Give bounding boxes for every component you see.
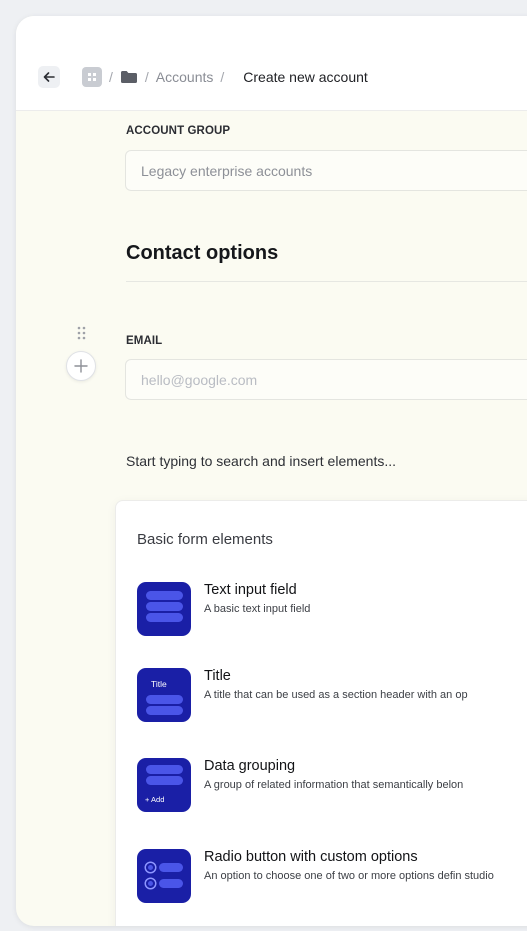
breadcrumb-current-page: Create new account [243, 69, 368, 85]
email-field[interactable] [125, 359, 527, 400]
palette-item-text-input[interactable]: Text input field A basic text input fiel… [137, 582, 527, 642]
folder-icon[interactable] [120, 70, 138, 84]
account-group-label: ACCOUNT GROUP [126, 125, 231, 137]
plus-icon [74, 359, 88, 373]
top-bar: / / Accounts / Create new account [16, 16, 527, 111]
palette-item-data-grouping[interactable]: + Add Data grouping A group of related i… [137, 758, 527, 818]
palette-item-radio-button[interactable]: Radio button with custom options An opti… [137, 849, 527, 909]
palette-item-title: Title [204, 668, 231, 684]
breadcrumb-accounts-link[interactable]: Accounts [156, 69, 214, 85]
email-label: EMAIL [126, 335, 163, 347]
account-group-field[interactable] [125, 150, 527, 191]
breadcrumb-separator: / [109, 69, 113, 85]
drag-handle-icon[interactable] [76, 326, 88, 340]
apps-grid-icon[interactable] [82, 67, 102, 87]
radio-icon [137, 849, 191, 903]
title-icon: Title [137, 668, 191, 722]
palette-item-title[interactable]: Title Title A title that can be used as … [137, 668, 527, 728]
arrow-left-icon [43, 72, 55, 82]
add-block-button[interactable] [66, 351, 96, 381]
palette-item-title: Text input field [204, 582, 297, 598]
section-title: Contact options [126, 242, 279, 264]
data-grouping-icon: + Add [137, 758, 191, 812]
back-button[interactable] [38, 66, 60, 88]
title-icon-label: Title [151, 679, 167, 689]
palette-item-title: Data grouping [204, 758, 296, 774]
breadcrumb: / / Accounts / Create new account [38, 66, 368, 88]
insert-hint-text: Start typing to search and insert elemen… [126, 453, 397, 469]
palette-item-description: A title that can be used as a section he… [204, 689, 468, 701]
app-window: / / Accounts / Create new account ACCOUN… [16, 16, 527, 926]
section-divider [126, 281, 527, 282]
breadcrumb-separator: / [144, 69, 149, 85]
palette-item-description: An option to choose one of two or more o… [204, 870, 494, 882]
palette-item-description: A basic text input field [204, 603, 311, 615]
text-input-icon [137, 582, 191, 636]
palette-item-description: A group of related information that sema… [204, 779, 464, 791]
data-grouping-add-label: + Add [145, 795, 165, 804]
palette-title: Basic form elements [137, 531, 273, 548]
element-picker-panel: Basic form elements Text input field A b… [115, 500, 527, 926]
breadcrumb-separator: / [220, 69, 225, 85]
palette-item-title: Radio button with custom options [204, 849, 418, 865]
